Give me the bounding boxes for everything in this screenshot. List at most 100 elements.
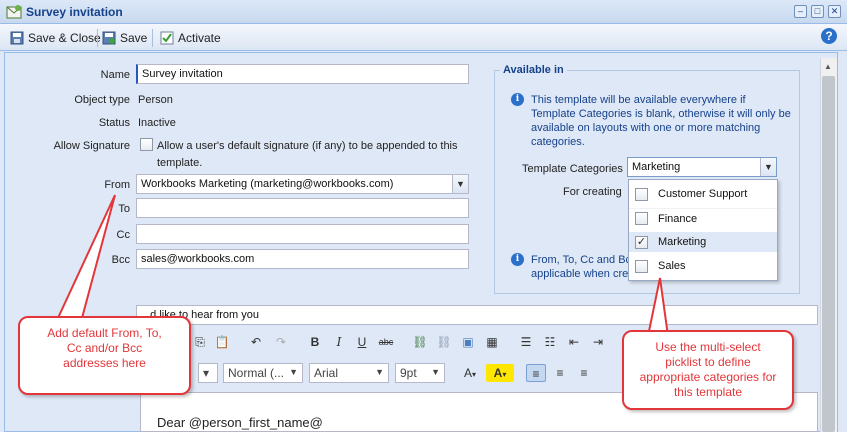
redo-icon[interactable]: ↷ [271, 333, 291, 351]
option-label: Customer Support [658, 188, 748, 200]
option-label: Marketing [658, 236, 707, 248]
info-line: This template will be available everywhe… [531, 94, 746, 106]
chevron-down-icon: ▼ [289, 367, 298, 377]
maximize-icon[interactable]: □ [811, 5, 824, 18]
info-line: available on layouts with one or more ma… [531, 122, 761, 134]
status-label: Status [98, 117, 130, 129]
italic-icon[interactable]: I [329, 333, 349, 351]
paste-icon[interactable]: 📋 [212, 333, 232, 351]
indent-icon[interactable]: ⇥ [588, 333, 608, 351]
format-select[interactable]: Normal (... ▼ [223, 363, 303, 383]
bullet-list-icon[interactable]: ☷ [540, 333, 560, 351]
underline-icon[interactable]: U [352, 333, 372, 351]
option-label: Sales [658, 260, 686, 272]
toolbar-divider [152, 29, 153, 47]
option-checkbox[interactable] [635, 259, 648, 273]
floppy-disk-icon [10, 31, 24, 45]
scrollbar-thumb[interactable] [822, 76, 835, 432]
highlight-color-icon[interactable]: A▾ [486, 364, 514, 382]
allow-signature-label: Allow Signature [53, 140, 130, 152]
info-line: From, To, Cc and Bc [531, 254, 632, 266]
right-callout-text: Use the multi-select picklist to define … [639, 340, 777, 399]
to-label: To [118, 203, 130, 215]
allow-signature-text: Allow a user's default signature (if any… [157, 140, 458, 152]
save-close-button[interactable]: Save & Close [10, 29, 101, 47]
toolbar: Save & Close Save Activate ? [0, 24, 847, 51]
chevron-down-icon: ▼ [431, 367, 440, 377]
align-center-icon[interactable]: ≡ [550, 364, 570, 382]
bcc-label: Bcc [111, 254, 130, 266]
save-label: Save [120, 31, 148, 45]
help-icon[interactable]: ? [821, 28, 837, 44]
info-icon: i [511, 93, 524, 106]
bcc-input[interactable]: sales@workbooks.com [136, 249, 469, 269]
strikethrough-icon[interactable]: abc [376, 333, 396, 351]
list-item[interactable]: ✓ Marketing [629, 232, 777, 252]
bold-icon[interactable]: B [305, 333, 325, 351]
outdent-icon[interactable]: ⇤ [564, 333, 584, 351]
activate-icon [160, 31, 174, 45]
editor-text: Dear @person_first_name@ [157, 415, 323, 430]
option-label: Finance [658, 212, 698, 225]
cc-label: Cc [116, 229, 130, 241]
chevron-down-icon[interactable]: ▼ [760, 158, 776, 176]
left-callout-text: Add default From, To, Cc and/or Bcc addr… [47, 326, 162, 370]
floppy-disk-icon [102, 31, 116, 45]
numbered-list-icon[interactable]: ☰ [516, 333, 536, 351]
scroll-up-icon[interactable]: ▲ [824, 62, 832, 71]
font-size-select[interactable]: 9pt ▼ [395, 363, 445, 383]
option-checkbox-checked[interactable]: ✓ [635, 235, 648, 249]
font-size-value: 9pt [400, 366, 417, 380]
list-item[interactable]: Customer Support [629, 184, 777, 204]
address-info-text: From, To, Cc and Bc applicable when crea [531, 253, 634, 281]
align-right-icon[interactable]: ≡ [574, 364, 594, 382]
option-checkbox[interactable] [635, 187, 648, 201]
template-categories-value: Marketing [632, 161, 681, 173]
font-select[interactable]: Arial ▼ [309, 363, 389, 383]
name-input[interactable]: Survey invitation [136, 64, 469, 84]
activate-label: Activate [178, 31, 221, 45]
activate-button[interactable]: Activate [160, 29, 221, 47]
to-input[interactable] [136, 198, 469, 218]
available-in-legend: Available in [500, 64, 567, 76]
format-value: Normal (... [228, 366, 285, 380]
link-icon[interactable]: ⛓ [410, 333, 430, 351]
status-value: Inactive [138, 117, 176, 129]
categories-dropdown-list: Customer Support Finance ✓ Marketing Sal… [628, 179, 778, 281]
window-title: Survey invitation [26, 5, 123, 19]
name-label: Name [100, 69, 130, 81]
align-left-icon[interactable]: ≡ [526, 364, 546, 382]
window-titlebar: Survey invitation – □ ✕ [0, 0, 847, 24]
chevron-down-icon[interactable]: ▼ [452, 175, 468, 193]
toolbar-divider [97, 29, 98, 47]
unlink-icon[interactable]: ⛓ [434, 333, 454, 351]
from-select[interactable]: Workbooks Marketing (marketing@workbooks… [136, 174, 469, 194]
minimize-icon[interactable]: – [794, 5, 807, 18]
list-item[interactable]: Finance [629, 208, 777, 228]
list-item[interactable]: Sales [629, 256, 777, 276]
undo-icon[interactable]: ↶ [246, 333, 266, 351]
info-icon: i [511, 253, 524, 266]
info-line: applicable when crea [531, 268, 635, 280]
info-line: categories. [531, 136, 585, 148]
save-button[interactable]: Save [102, 29, 147, 47]
object-type-value: Person [138, 94, 173, 106]
copy-icon[interactable]: ⎘ [190, 333, 210, 351]
cc-input[interactable] [136, 224, 469, 244]
template-categories-select[interactable]: Marketing [627, 157, 777, 177]
info-line: Template Categories is blank, otherwise … [531, 108, 791, 120]
allow-signature-text-cont: template. [157, 157, 203, 169]
option-checkbox[interactable] [635, 212, 648, 225]
text-color-icon[interactable]: A▾ [455, 364, 485, 382]
subject-input[interactable]: ...d like to hear from you [136, 305, 818, 325]
object-type-label: Object type [74, 94, 130, 106]
close-icon[interactable]: ✕ [828, 5, 841, 18]
available-info-text: This template will be available everywhe… [531, 93, 791, 149]
image-icon[interactable]: ▣ [458, 333, 478, 351]
template-categories-label: Template Categories [522, 163, 623, 175]
table-icon[interactable]: ▦ [482, 333, 502, 351]
email-template-icon [6, 5, 22, 19]
style-select[interactable]: ▾ [198, 363, 218, 383]
allow-signature-checkbox[interactable] [140, 138, 153, 151]
chevron-down-icon: ▼ [375, 367, 384, 377]
